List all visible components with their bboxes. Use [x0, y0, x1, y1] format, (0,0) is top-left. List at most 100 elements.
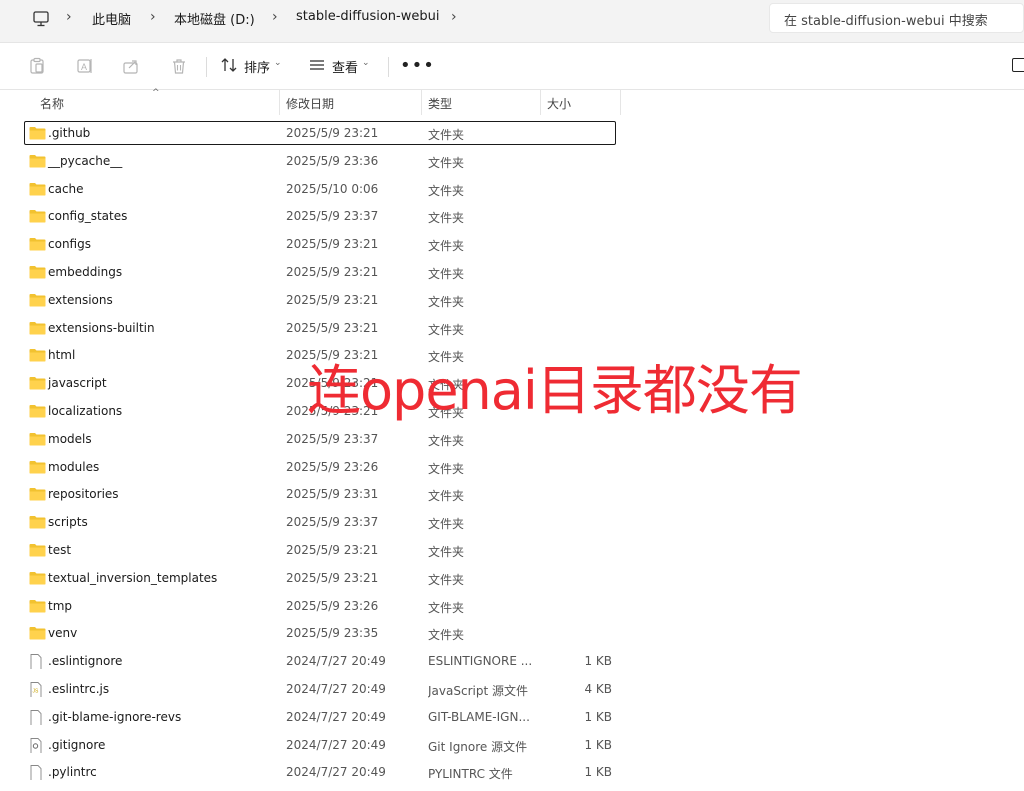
file-name[interactable]: configs [48, 237, 91, 251]
file-type: 文件夹 [428, 433, 465, 448]
file-list: .github 2025/5/9 23:21 文件夹 __pycache__ 2025/… [0, 119, 1024, 786]
file-size: 1 KB [584, 709, 612, 724]
column-divider[interactable] [620, 89, 621, 115]
toolbar-divider [388, 57, 389, 77]
file-name[interactable]: .git-blame-ignore-revs [48, 710, 181, 724]
table-row[interactable]: javascript 2025/5/9 23:21 文件夹 [0, 369, 1024, 397]
table-row[interactable]: .eslintignore 2024/7/27 20:49 ESLINTIGNORE… [0, 647, 1024, 675]
table-row[interactable]: modules 2025/5/9 23:26 文件夹 [0, 453, 1024, 481]
chevron-right-icon[interactable]: › [451, 9, 457, 25]
file-type: ESLINTIGNORE ... [428, 654, 533, 669]
file-name[interactable]: embeddings [48, 265, 122, 279]
column-size[interactable]: 大小 [547, 95, 571, 112]
file-name[interactable]: javascript [48, 376, 107, 390]
file-name[interactable]: models [48, 432, 92, 446]
modified-date: 2025/5/9 23:21 [286, 376, 379, 391]
file-type: GIT-BLAME-IGN... [428, 709, 530, 724]
file-name[interactable]: config_states [48, 209, 127, 223]
modified-date: 2025/5/9 23:31 [286, 487, 379, 502]
table-row[interactable]: repositories 2025/5/9 23:31 文件夹 [0, 480, 1024, 508]
file-name[interactable]: venv [48, 626, 77, 640]
sort-button[interactable]: 排序 ⌄ [220, 55, 286, 77]
chevron-right-icon[interactable]: › [272, 9, 278, 25]
table-row[interactable]: models 2025/5/9 23:37 文件夹 [0, 425, 1024, 453]
chevron-right-icon[interactable]: › [150, 9, 156, 25]
table-row[interactable]: test 2025/5/9 23:21 文件夹 [0, 536, 1024, 564]
breadcrumb-webui[interactable]: stable-diffusion-webui [296, 9, 439, 24]
details-pane-icon[interactable] [1012, 58, 1024, 72]
file-name[interactable]: extensions [48, 293, 113, 307]
table-row[interactable]: configs 2025/5/9 23:21 文件夹 [0, 230, 1024, 258]
file-name[interactable]: cache [48, 182, 84, 196]
table-row[interactable]: html 2025/5/9 23:21 文件夹 [0, 341, 1024, 369]
modified-date: 2025/5/9 23:21 [286, 264, 379, 279]
column-divider[interactable] [540, 89, 541, 115]
file-name[interactable]: html [48, 348, 75, 362]
file-name[interactable]: .eslintignore [48, 654, 122, 668]
file-type: 文件夹 [428, 517, 465, 532]
file-name[interactable]: tmp [48, 599, 72, 613]
table-row[interactable]: scripts 2025/5/9 23:37 文件夹 [0, 508, 1024, 536]
table-row[interactable]: .pylintrc 2024/7/27 20:49 PYLINTRC 文件 1 KB [0, 758, 1024, 786]
search-input[interactable]: 在 stable-diffusion-webui 中搜索 [769, 3, 1024, 33]
toolbar-divider [206, 57, 207, 77]
this-pc-icon[interactable] [32, 10, 50, 28]
table-row[interactable]: localizations 2025/5/9 23:21 文件夹 [0, 397, 1024, 425]
more-options-button[interactable]: ••• [400, 55, 435, 76]
file-name[interactable]: .gitignore [48, 738, 105, 752]
table-row[interactable]: __pycache__ 2025/5/9 23:36 文件夹 [0, 147, 1024, 175]
table-row[interactable]: embeddings 2025/5/9 23:21 文件夹 [0, 258, 1024, 286]
column-name[interactable]: 名称 [40, 95, 64, 112]
file-name[interactable]: .pylintrc [48, 765, 97, 779]
modified-date: 2025/5/9 23:21 [286, 292, 379, 307]
modified-date: 2024/7/27 20:49 [286, 709, 386, 724]
column-divider[interactable] [421, 89, 422, 115]
file-name[interactable]: modules [48, 460, 99, 474]
file-type: 文件夹 [428, 489, 465, 504]
command-bar: A 排序 ⌄ 查看 ⌄ ••• [0, 43, 1024, 90]
share-icon[interactable] [122, 57, 140, 75]
table-row[interactable]: .github 2025/5/9 23:21 文件夹 [0, 119, 1024, 147]
breadcrumb-drive-d[interactable]: 本地磁盘 (D:) [174, 9, 255, 28]
file-type: 文件夹 [428, 628, 465, 643]
modified-date: 2025/5/9 23:21 [286, 237, 379, 252]
svg-text:A: A [81, 62, 87, 72]
file-name[interactable]: extensions-builtin [48, 321, 155, 335]
file-type: 文件夹 [428, 461, 465, 476]
table-row[interactable]: config_states 2025/5/9 23:37 文件夹 [0, 202, 1024, 230]
breadcrumb-this-pc[interactable]: 此电脑 [92, 9, 131, 28]
file-name[interactable]: __pycache__ [48, 154, 122, 168]
column-divider[interactable] [279, 89, 280, 115]
modified-date: 2025/5/9 23:21 [286, 403, 379, 418]
view-button[interactable]: 查看 ⌄ [308, 55, 374, 77]
file-name[interactable]: test [48, 543, 71, 557]
column-type[interactable]: 类型 [428, 95, 452, 112]
paste-icon[interactable] [28, 57, 46, 75]
table-row[interactable]: .gitignore 2024/7/27 20:49 Git Ignore 源文件 1… [0, 731, 1024, 759]
rename-icon[interactable]: A [76, 57, 94, 75]
svg-text:JS: JS [33, 688, 40, 694]
modified-date: 2025/5/9 23:21 [286, 320, 379, 335]
table-row[interactable]: textual_inversion_templates 2025/5/9 23:2… [0, 564, 1024, 592]
file-name[interactable]: .eslintrc.js [48, 682, 109, 696]
file-name[interactable]: repositories [48, 487, 119, 501]
table-row[interactable]: extensions 2025/5/9 23:21 文件夹 [0, 286, 1024, 314]
file-name[interactable]: .github [48, 126, 90, 140]
file-name[interactable]: scripts [48, 515, 88, 529]
file-type: 文件夹 [428, 544, 465, 559]
file-type: PYLINTRC 文件 [428, 767, 513, 782]
file-name[interactable]: localizations [48, 404, 122, 418]
table-row[interactable]: tmp 2025/5/9 23:26 文件夹 [0, 592, 1024, 620]
file-name[interactable]: textual_inversion_templates [48, 571, 217, 585]
table-row[interactable]: .git-blame-ignore-revs 2024/7/27 20:49 GIT… [0, 703, 1024, 731]
table-row[interactable]: venv 2025/5/9 23:35 文件夹 [0, 619, 1024, 647]
modified-date: 2024/7/27 20:49 [286, 681, 386, 696]
table-row[interactable]: JS .eslintrc.js 2024/7/27 20:49 JavaScript … [0, 675, 1024, 703]
view-icon [310, 60, 324, 70]
table-row[interactable]: cache 2025/5/10 0:06 文件夹 [0, 175, 1024, 203]
table-row[interactable]: extensions-builtin 2025/5/9 23:21 文件夹 [0, 314, 1024, 342]
chevron-right-icon[interactable]: › [66, 9, 72, 25]
column-date[interactable]: 修改日期 [286, 95, 334, 112]
delete-icon[interactable] [170, 57, 188, 75]
file-type: 文件夹 [428, 128, 465, 142]
